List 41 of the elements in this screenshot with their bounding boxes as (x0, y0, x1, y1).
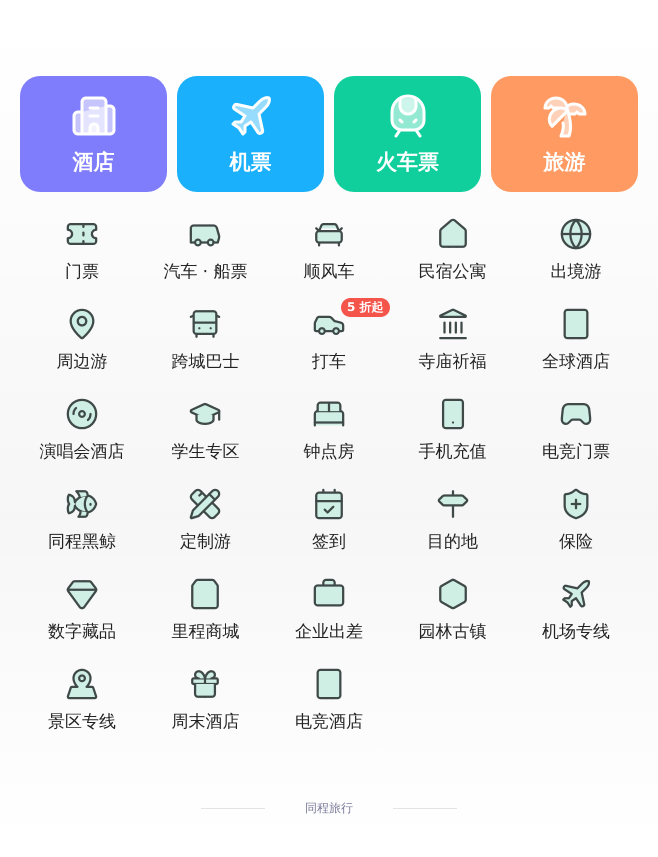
service-label[interactable]: 汽车 · 船票 (163, 260, 248, 283)
service-label[interactable]: 园林古镇 (418, 620, 487, 643)
service-label[interactable]: 签到 (312, 530, 346, 553)
service-label[interactable]: 打车 (312, 350, 346, 373)
service-label[interactable]: 钟点房 (303, 440, 354, 463)
service-label[interactable]: 机场专线 (542, 620, 610, 643)
service-label[interactable]: 数字藏品 (48, 620, 116, 643)
service-label[interactable]: 目的地 (427, 530, 478, 553)
tile-label: 机票 (230, 149, 272, 176)
service-label[interactable]: 同程黑鲸 (48, 530, 116, 553)
diamond-icon[interactable] (64, 577, 99, 611)
tile-label: 酒店 (72, 149, 114, 176)
service-label[interactable]: 电竞门票 (542, 440, 610, 463)
brand-text: 同程旅行 (305, 800, 353, 817)
service-label[interactable]: 周边游 (56, 350, 108, 373)
service-label[interactable]: 寺庙祈福 (418, 350, 487, 373)
tile-label: 旅游 (544, 149, 586, 176)
service-label[interactable]: 电竞酒店 (294, 710, 363, 733)
service-label[interactable]: 定制游 (180, 530, 231, 553)
service-label[interactable]: 全球酒店 (542, 350, 610, 373)
service-label[interactable]: 出境游 (550, 260, 602, 283)
signpost-icon[interactable] (436, 487, 470, 521)
tile-label: 火车票 (376, 149, 439, 176)
service-label[interactable]: 门票 (64, 260, 99, 283)
service-label[interactable]: 周末酒店 (171, 710, 240, 733)
service-label[interactable]: 学生专区 (171, 440, 240, 463)
service-label[interactable]: 民宿公寓 (418, 260, 487, 283)
service-label[interactable]: 里程商城 (171, 620, 240, 643)
bus-icon[interactable] (188, 307, 222, 341)
record-icon[interactable] (64, 397, 99, 431)
service-label[interactable]: 保险 (559, 530, 594, 553)
service-label[interactable]: 跨城巴士 (171, 350, 240, 373)
service-label[interactable]: 手机充值 (418, 440, 487, 463)
service-label[interactable]: 演唱会酒店 (39, 440, 124, 463)
map-pin-icon[interactable] (64, 667, 99, 701)
globe-icon[interactable] (559, 217, 594, 251)
discount-badge: 5 折起 (340, 298, 390, 317)
service-label[interactable]: 顺风车 (303, 260, 354, 283)
pencil-ruler-icon[interactable] (188, 487, 222, 521)
service-label[interactable]: 企业出差 (294, 620, 363, 643)
service-label[interactable]: 景区专线 (48, 710, 116, 733)
